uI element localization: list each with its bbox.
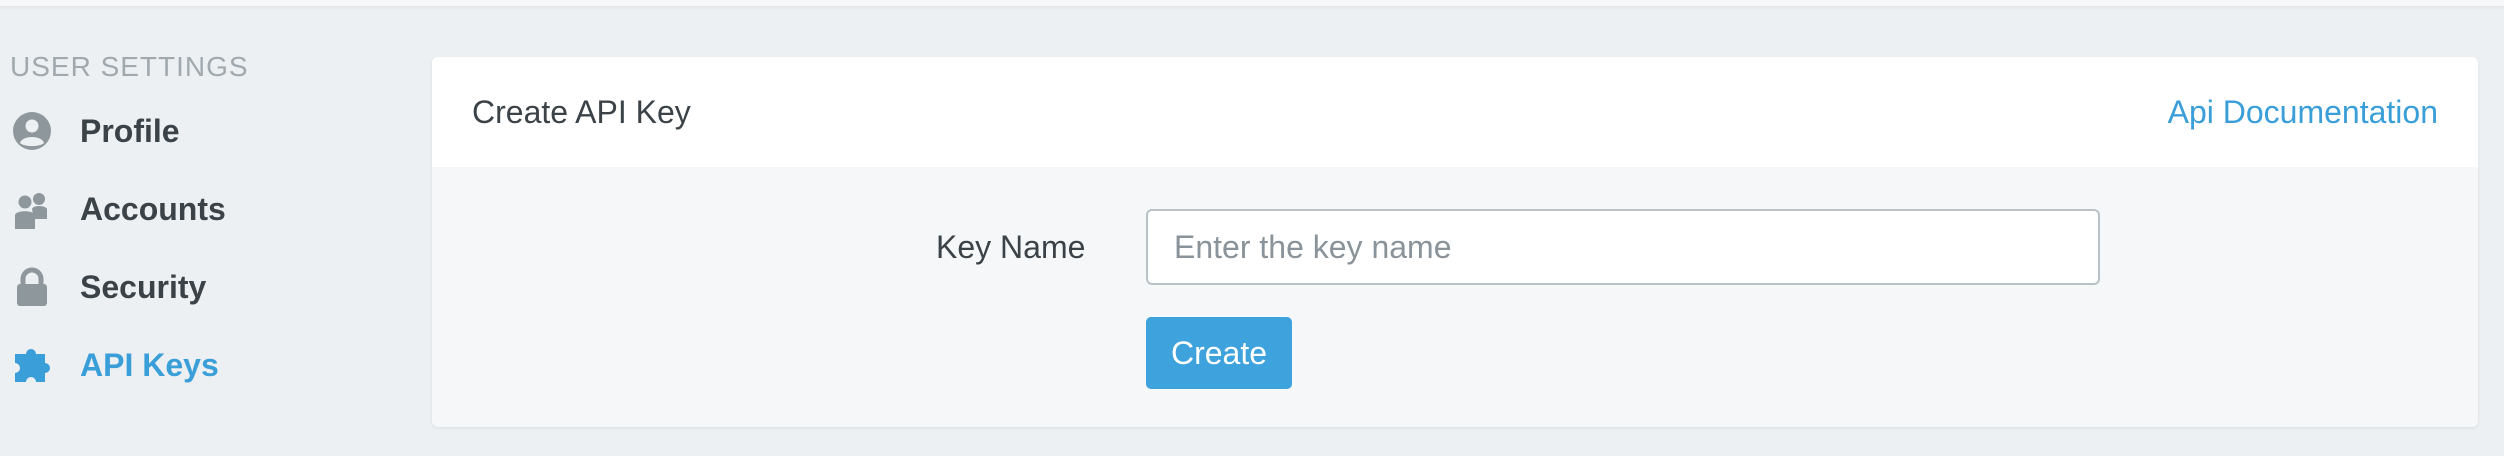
sidebar-item-security[interactable]: Security <box>10 262 390 312</box>
sidebar-item-accounts[interactable]: Accounts <box>10 184 390 234</box>
sidebar-item-label: Accounts <box>80 190 226 227</box>
key-name-input[interactable] <box>1146 209 2100 285</box>
sidebar-item-label: Security <box>80 268 207 305</box>
users-icon <box>10 187 54 231</box>
key-name-row: Key Name <box>432 209 2478 285</box>
sidebar-item-profile[interactable]: Profile <box>10 106 390 156</box>
card-title: Create API Key <box>472 93 691 130</box>
lock-icon <box>10 265 54 309</box>
create-api-key-card: Create API Key Api Documentation Key Nam… <box>432 57 2478 427</box>
sidebar-heading: USER SETTINGS <box>10 51 249 82</box>
user-circle-icon <box>10 109 54 153</box>
card-header: Create API Key Api Documentation <box>432 57 2478 167</box>
top-bar-edge <box>0 0 2504 7</box>
sidebar-item-api-keys[interactable]: API Keys <box>10 340 390 390</box>
api-documentation-link[interactable]: Api Documentation <box>2168 94 2438 131</box>
puzzle-piece-icon <box>10 343 54 387</box>
settings-sidebar: USER SETTINGS Profile Accounts Security … <box>10 50 390 418</box>
sidebar-item-label: Profile <box>80 112 180 149</box>
sidebar-item-label: API Keys <box>80 346 219 383</box>
create-button[interactable]: Create <box>1146 317 1292 389</box>
